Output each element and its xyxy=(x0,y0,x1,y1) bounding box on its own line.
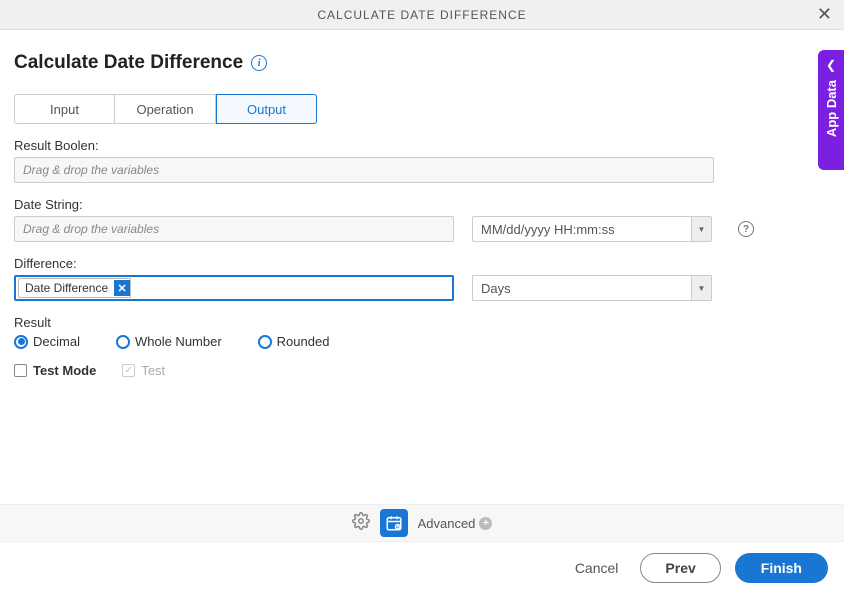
chip-label: Date Difference xyxy=(25,281,108,295)
help-icon[interactable]: ? xyxy=(738,221,754,237)
radio-whole-number[interactable]: Whole Number xyxy=(116,334,222,349)
difference-input[interactable]: Date Difference ✕ xyxy=(14,275,454,301)
calendar-icon[interactable] xyxy=(380,509,408,537)
radio-label: Whole Number xyxy=(135,334,222,349)
test-checkbox: ✓ Test xyxy=(122,363,165,378)
prev-button[interactable]: Prev xyxy=(640,553,720,583)
page-title: Calculate Date Difference xyxy=(14,52,243,74)
dialog-header: CALCULATE DATE DIFFERENCE ✕ xyxy=(0,0,844,30)
date-format-select[interactable]: MM/dd/yyyy HH:mm:ss ▼ xyxy=(472,216,712,242)
result-field: Result Decimal Whole Number Rounded xyxy=(14,315,830,349)
date-string-field: Date String: Drag & drop the variables M… xyxy=(14,197,830,242)
page-title-row: Calculate Date Difference i xyxy=(14,52,830,74)
radio-label: Decimal xyxy=(33,334,80,349)
date-string-input[interactable]: Drag & drop the variables xyxy=(14,216,454,242)
close-icon[interactable]: ✕ xyxy=(817,5,832,23)
result-boolen-input[interactable]: Drag & drop the variables xyxy=(14,157,714,183)
advanced-label: Advanced xyxy=(418,516,476,531)
advanced-button[interactable]: Advanced + xyxy=(418,516,493,531)
test-mode-checkbox[interactable]: Test Mode xyxy=(14,363,96,378)
chevron-down-icon: ▼ xyxy=(691,276,711,300)
chevron-down-icon: ▼ xyxy=(691,217,711,241)
tab-output[interactable]: Output xyxy=(216,94,317,124)
checkbox-icon: ✓ xyxy=(122,364,135,377)
radio-decimal[interactable]: Decimal xyxy=(14,334,80,349)
date-format-value: MM/dd/yyyy HH:mm:ss xyxy=(473,222,691,237)
placeholder-text: Drag & drop the variables xyxy=(23,163,159,177)
checkbox-label: Test xyxy=(141,363,165,378)
dialog-title: CALCULATE DATE DIFFERENCE xyxy=(317,8,526,22)
result-boolen-label: Result Boolen: xyxy=(14,138,830,153)
radio-icon xyxy=(258,335,272,349)
footer: Cancel Prev Finish xyxy=(0,542,844,594)
radio-label: Rounded xyxy=(277,334,330,349)
checkbox-label: Test Mode xyxy=(33,363,96,378)
difference-unit-select[interactable]: Days ▼ xyxy=(472,275,712,301)
difference-unit-value: Days xyxy=(473,281,691,296)
checkbox-icon xyxy=(14,364,27,377)
placeholder-text: Drag & drop the variables xyxy=(23,222,159,236)
tab-input[interactable]: Input xyxy=(14,94,115,124)
radio-icon xyxy=(116,335,130,349)
radio-icon xyxy=(14,335,28,349)
test-row: Test Mode ✓ Test xyxy=(14,363,830,378)
date-string-label: Date String: xyxy=(14,197,830,212)
info-icon[interactable]: i xyxy=(251,55,267,71)
app-data-side-tab[interactable]: ❮ App Data xyxy=(818,50,844,170)
finish-button[interactable]: Finish xyxy=(735,553,828,583)
difference-label: Difference: xyxy=(14,256,830,271)
tab-bar: Input Operation Output xyxy=(14,94,830,124)
plus-icon: + xyxy=(479,517,492,530)
side-tab-label: App Data xyxy=(824,80,839,137)
cancel-button[interactable]: Cancel xyxy=(567,554,627,582)
difference-chip: Date Difference ✕ xyxy=(18,278,131,298)
chevron-left-icon: ❮ xyxy=(826,58,836,72)
gear-icon[interactable] xyxy=(352,512,370,535)
difference-field: Difference: Date Difference ✕ Days ▼ xyxy=(14,256,830,301)
result-label: Result xyxy=(14,315,830,330)
bottom-toolbar: Advanced + xyxy=(0,504,844,542)
chip-remove-icon[interactable]: ✕ xyxy=(114,280,130,296)
radio-rounded[interactable]: Rounded xyxy=(258,334,330,349)
tab-operation[interactable]: Operation xyxy=(115,94,216,124)
result-boolen-field: Result Boolen: Drag & drop the variables xyxy=(14,138,830,183)
